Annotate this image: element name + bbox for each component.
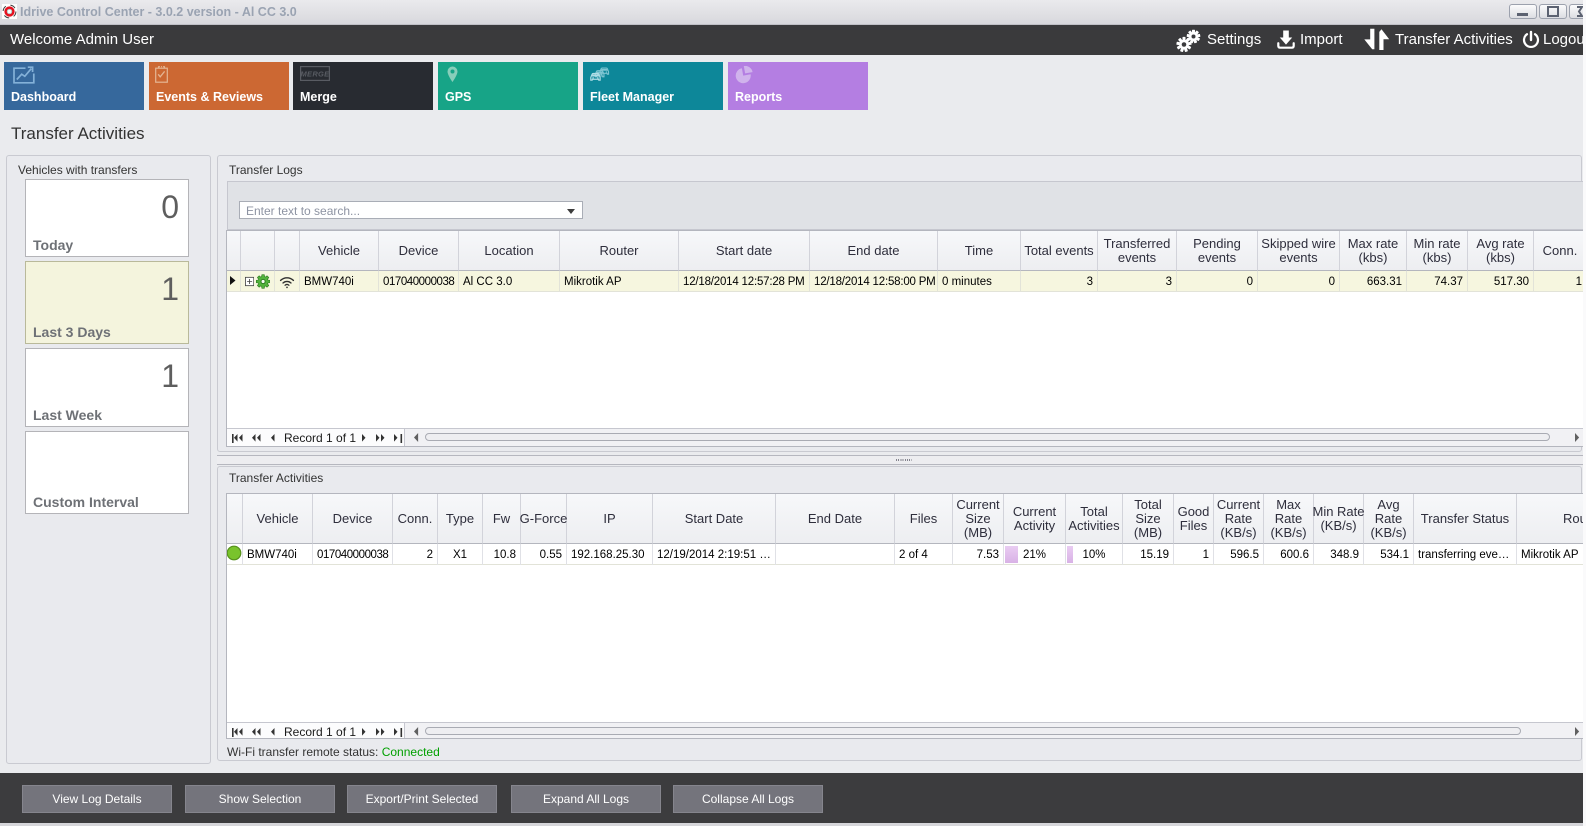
svg-text:MERGE: MERGE: [300, 70, 330, 79]
